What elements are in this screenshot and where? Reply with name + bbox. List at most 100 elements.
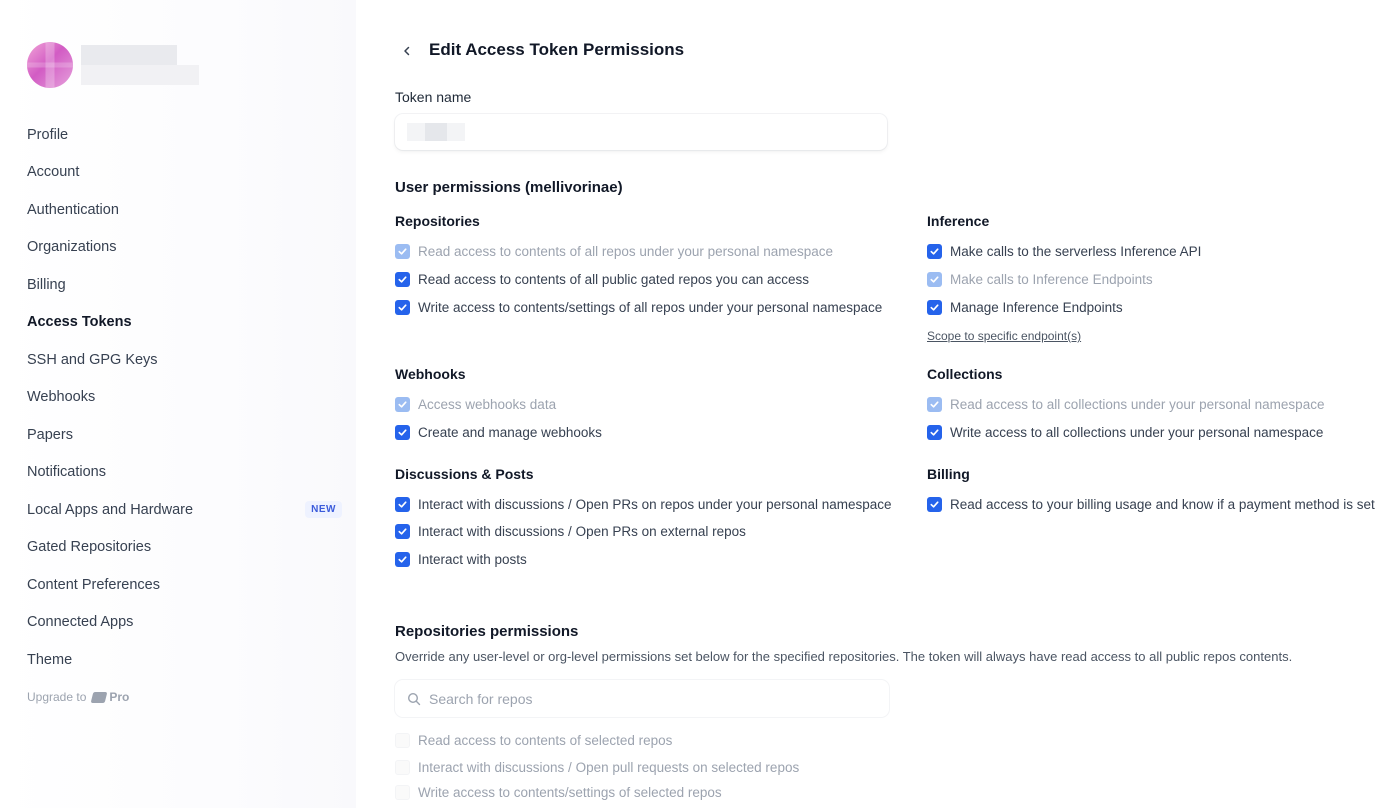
perm-webhooks-manage[interactable]: Create and manage webhooks [395,425,602,440]
user-profile[interactable] [27,42,201,88]
checkbox-checked[interactable] [395,300,410,315]
checkbox-label: Access webhooks data [418,397,557,412]
checkbox-label: Make calls to the serverless Inference A… [950,244,1202,259]
sidebar-item-label: Theme [27,651,73,668]
pro-icon [91,691,108,703]
chevron-left-icon [404,46,410,56]
perm-collections-write[interactable]: Write access to all collections under yo… [927,425,1323,440]
sidebar-item-account[interactable]: Account [0,154,356,192]
sidebar-item-label: Account [27,164,80,181]
checkbox-checked[interactable] [927,244,942,259]
perm-selected-write: Write access to contents/settings of sel… [395,785,722,800]
sidebar-item-gated-repositories[interactable]: Gated Repositories [0,529,356,567]
sidebar-item-access-tokens[interactable]: Access Tokens [0,304,356,342]
sidebar-item-profile[interactable]: Profile [0,116,356,154]
search-input[interactable] [429,690,849,707]
sidebar-item-connected-apps[interactable]: Connected Apps [0,604,356,642]
checkbox-disabled [395,760,410,775]
checkbox-checked[interactable] [395,552,410,567]
checkbox-label: Write access to contents/settings of sel… [418,785,722,800]
billing-group-title: Billing [927,466,970,482]
perm-billing-read[interactable]: Read access to your billing usage and kn… [927,497,1375,512]
sidebar-item-ssh-gpg-keys[interactable]: SSH and GPG Keys [0,341,356,379]
token-name-label: Token name [395,89,472,105]
checkbox-checked[interactable] [395,497,410,512]
perm-collections-read: Read access to all collections under you… [927,397,1324,412]
settings-nav: Profile Account Authentication Organizat… [0,116,356,679]
perm-inference-endpoints-call: Make calls to Inference Endpoints [927,272,1153,287]
username-redacted [81,43,201,87]
checkbox-disabled [395,785,410,800]
checkbox-label: Manage Inference Endpoints [950,300,1123,315]
sidebar-item-label: Content Preferences [27,576,160,593]
perm-repo-write-personal[interactable]: Write access to contents/settings of all… [395,300,882,315]
checkbox-checked[interactable] [927,497,942,512]
upgrade-to-pro-link[interactable]: Upgrade to Pro [27,690,129,704]
checkbox-label: Read access to your billing usage and kn… [950,497,1375,512]
sidebar-item-content-preferences[interactable]: Content Preferences [0,566,356,604]
sidebar-item-theme[interactable]: Theme [0,641,356,679]
repositories-group-title: Repositories [395,213,480,229]
pro-label: Pro [91,690,129,704]
sidebar-item-papers[interactable]: Papers [0,416,356,454]
checkbox-label: Interact with discussions / Open pull re… [418,760,800,775]
sidebar-item-label: Authentication [27,201,119,218]
checkbox-checked[interactable] [395,272,410,287]
user-permissions-title: User permissions (mellivorinae) [395,179,623,196]
perm-selected-read: Read access to contents of selected repo… [395,733,672,748]
sidebar-item-label: Gated Repositories [27,539,152,556]
sidebar-item-label: Profile [27,126,69,143]
sidebar-item-notifications[interactable]: Notifications [0,454,356,492]
scope-endpoints-link[interactable]: Scope to specific endpoint(s) [927,329,1081,343]
search-icon [407,692,421,706]
checkbox-disabled [395,733,410,748]
checkbox-label: Read access to contents of selected repo… [418,733,673,748]
perm-selected-discussions: Interact with discussions / Open pull re… [395,760,799,775]
perm-posts[interactable]: Interact with posts [395,552,527,567]
repo-search[interactable] [395,680,889,717]
sidebar-item-organizations[interactable]: Organizations [0,229,356,267]
discussions-group-title: Discussions & Posts [395,466,534,482]
avatar [27,42,73,88]
sidebar-item-label: Connected Apps [27,614,134,631]
checkbox-label: Write access to all collections under yo… [950,425,1324,440]
checkbox-disabled-checked [395,397,410,412]
perm-repo-read-personal: Read access to contents of all repos und… [395,244,833,259]
perm-inference-serverless[interactable]: Make calls to the serverless Inference A… [927,244,1201,259]
checkbox-label: Read access to contents of all public ga… [418,272,809,287]
settings-sidebar: Profile Account Authentication Organizat… [0,0,356,808]
upgrade-prefix: Upgrade to [27,690,87,704]
checkbox-disabled-checked [927,397,942,412]
checkbox-checked[interactable] [927,425,942,440]
sidebar-item-local-apps[interactable]: Local Apps and Hardware NEW [0,491,356,529]
sidebar-item-webhooks[interactable]: Webhooks [0,379,356,417]
back-button[interactable] [396,40,418,62]
checkbox-label: Interact with discussions / Open PRs on … [418,497,892,512]
main-content: Edit Access Token Permissions Token name… [356,0,1383,808]
perm-discussions-personal[interactable]: Interact with discussions / Open PRs on … [395,497,892,512]
checkbox-checked[interactable] [395,425,410,440]
sidebar-item-authentication[interactable]: Authentication [0,191,356,229]
sidebar-item-label: Notifications [27,464,106,481]
checkbox-label: Make calls to Inference Endpoints [950,272,1153,287]
webhooks-group-title: Webhooks [395,366,466,382]
sidebar-item-label: Papers [27,426,73,443]
token-name-input[interactable] [395,114,887,150]
sidebar-item-billing[interactable]: Billing [0,266,356,304]
checkbox-checked[interactable] [395,524,410,539]
perm-discussions-external[interactable]: Interact with discussions / Open PRs on … [395,524,746,539]
token-name-redacted [407,123,465,141]
checkbox-disabled-checked [395,244,410,259]
sidebar-item-label: Local Apps and Hardware [27,501,194,518]
sidebar-item-label: Organizations [27,239,117,256]
checkbox-label: Read access to all collections under you… [950,397,1325,412]
sidebar-item-label: Webhooks [27,389,96,406]
perm-inference-endpoints-manage[interactable]: Manage Inference Endpoints [927,300,1123,315]
new-badge: NEW [305,501,342,518]
checkbox-label: Create and manage webhooks [418,425,602,440]
page-title: Edit Access Token Permissions [429,40,685,59]
sidebar-item-label: Access Tokens [27,314,132,331]
perm-repo-read-gated[interactable]: Read access to contents of all public ga… [395,272,809,287]
repo-permissions-title: Repositories permissions [395,623,579,640]
checkbox-checked[interactable] [927,300,942,315]
